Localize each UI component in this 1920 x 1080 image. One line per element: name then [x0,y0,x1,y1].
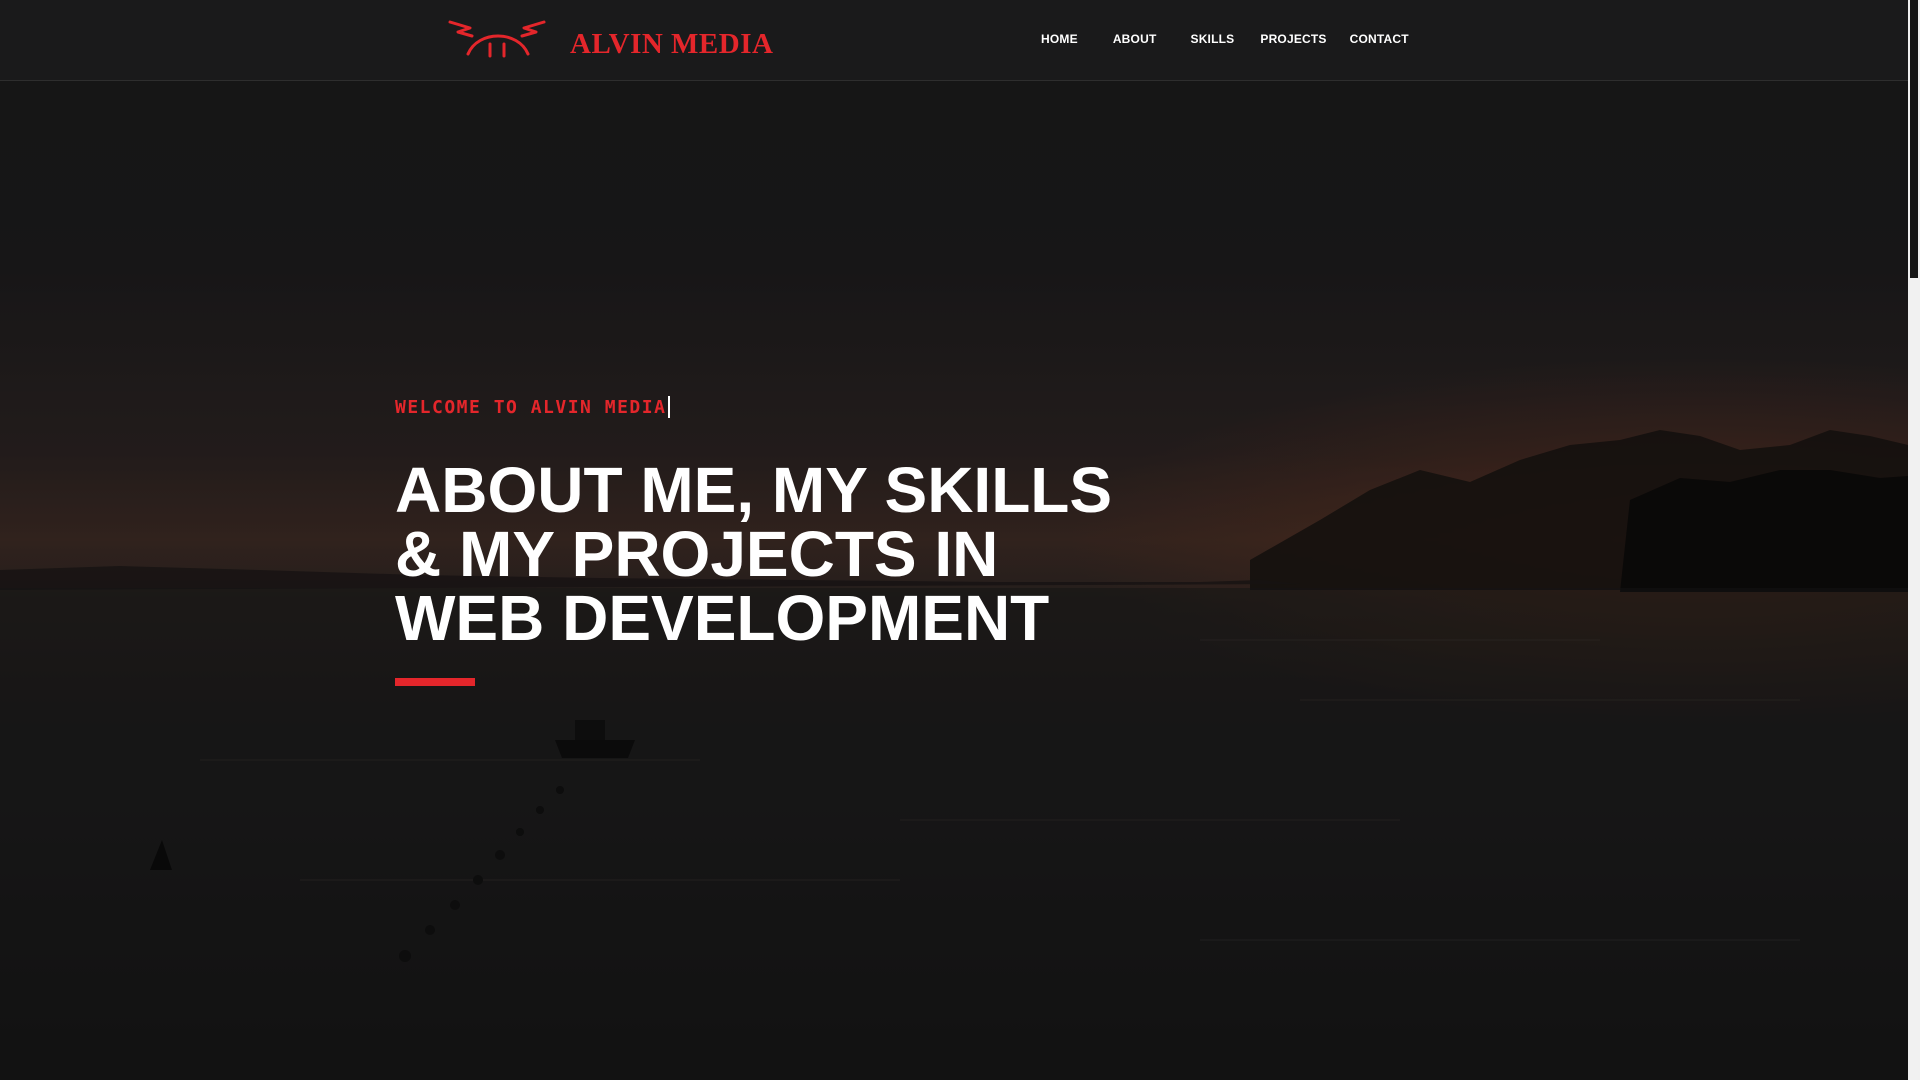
hero-headline-line-2: & MY PROJECTS IN [395,518,999,590]
hero-headline-line-3: WEB DEVELOPMENT [395,582,1050,654]
hero-headline: ABOUT ME, MY SKILLS & MY PROJECTS IN WEB… [395,458,1155,650]
hero-content: WELCOME TO ALVIN MEDIA ABOUT ME, MY SKIL… [395,396,1155,686]
page-scrollbar[interactable] [1908,0,1920,1080]
nav-home[interactable]: HOME [1041,28,1078,50]
scrollbar-thumb[interactable] [1910,0,1918,278]
site-logo[interactable]: ALVIN MEDIA [448,16,773,64]
accent-divider [395,678,475,686]
hero-kicker-text: WELCOME TO ALVIN MEDIA [395,396,667,418]
hero-kicker: WELCOME TO ALVIN MEDIA [395,396,1155,418]
page: ALVIN MEDIA HOME ABOUT SKILLS PROJECTS C… [0,0,1920,1080]
nav-skills[interactable]: SKILLS [1190,28,1234,50]
nav-projects[interactable]: PROJECTS [1260,28,1326,50]
main-nav: HOME ABOUT SKILLS PROJECTS CONTACT [1030,28,1409,50]
site-header: ALVIN MEDIA HOME ABOUT SKILLS PROJECTS C… [0,0,1908,81]
nav-contact[interactable]: CONTACT [1350,28,1409,50]
typing-caret [668,396,671,418]
antlered-arch-logo-icon [448,20,546,58]
logo-text: ALVIN MEDIA [570,27,774,60]
hero-headline-line-1: ABOUT ME, MY SKILLS [395,454,1113,526]
nav-about[interactable]: ABOUT [1113,28,1157,50]
